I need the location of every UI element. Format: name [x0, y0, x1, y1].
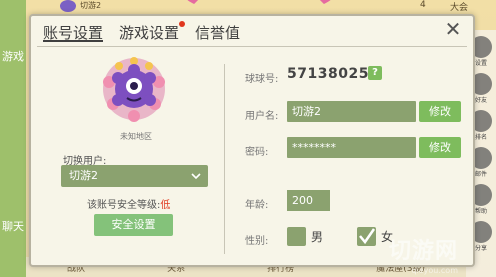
account-settings-dialog: 账号设置 游戏设置 信誉值 ✕ 未知地区 切换用户: 切游2 该账号安全等级:低…	[29, 14, 475, 267]
panel-divider	[224, 64, 225, 254]
edit-password-button[interactable]: 修改	[419, 137, 461, 158]
edit-username-button[interactable]: 修改	[419, 101, 461, 122]
background-player-avatar	[60, 0, 76, 12]
username-field[interactable]: 切游2	[287, 101, 416, 122]
gender-male-checkbox[interactable]	[287, 227, 306, 246]
notification-dot	[179, 21, 186, 27]
username-label: 用户名:	[245, 111, 279, 122]
tab-reputation[interactable]: 信誉值	[195, 22, 240, 42]
checkmark-icon	[359, 228, 376, 245]
avatar[interactable]	[99, 54, 169, 124]
chevron-down-icon	[190, 165, 202, 195]
tab-account-settings-label: 账号设置	[43, 24, 104, 42]
header-divider	[37, 46, 467, 47]
tab-game-settings-label: 游戏设置	[119, 24, 180, 42]
gender-label: 性别:	[245, 236, 269, 247]
background-player-name: 切游2	[80, 1, 102, 10]
background-top-label: 大会	[450, 3, 469, 13]
qiuqiu-id-label: 球球号:	[245, 74, 279, 85]
age-label: 年龄:	[245, 200, 269, 211]
qiuqiu-id-value: 57138025	[287, 66, 369, 82]
security-level-text: 该账号安全等级:低	[87, 196, 170, 211]
gender-male-label: 男	[311, 230, 324, 244]
password-field[interactable]: ********	[287, 137, 416, 158]
background-top-count: 4	[420, 0, 426, 10]
security-level-value: 低	[160, 200, 171, 211]
security-level-label: 该账号安全等级:	[87, 200, 161, 211]
dialog-tabs: 账号设置 游戏设置 信誉值	[43, 21, 240, 42]
background-left-sidebar: 游戏 聊天	[0, 0, 26, 277]
watermark-url: qieyou.com	[411, 266, 458, 275]
tab-game-settings[interactable]: 游戏设置	[119, 21, 186, 42]
age-field[interactable]: 200	[287, 190, 330, 211]
switch-user-select[interactable]: 切游2	[61, 165, 208, 187]
tab-reputation-label: 信誉值	[195, 24, 241, 42]
watermark-logo: 切游网	[388, 239, 458, 264]
help-question-icon[interactable]: ?	[368, 66, 382, 80]
switch-user-value: 切游2	[69, 169, 98, 182]
region-caption: 未知地区	[120, 132, 152, 141]
monster-avatar-icon	[103, 57, 165, 122]
password-label: 密码:	[245, 147, 269, 158]
profile-panel: 未知地区 切换用户: 切游2 该账号安全等级:低 安全设置	[51, 52, 231, 257]
tab-account-settings[interactable]: 账号设置	[43, 22, 104, 42]
close-icon[interactable]: ✕	[443, 19, 463, 40]
security-settings-button[interactable]: 安全设置	[94, 214, 173, 236]
sidebar-tab-chat[interactable]: 聊天	[0, 220, 26, 260]
sidebar-tab-game[interactable]: 游戏	[0, 50, 26, 90]
account-info-panel: 球球号: 57138025 ? 用户名: 切游2 修改 密码: ********…	[245, 52, 475, 257]
gender-female-checkbox[interactable]	[357, 227, 376, 246]
